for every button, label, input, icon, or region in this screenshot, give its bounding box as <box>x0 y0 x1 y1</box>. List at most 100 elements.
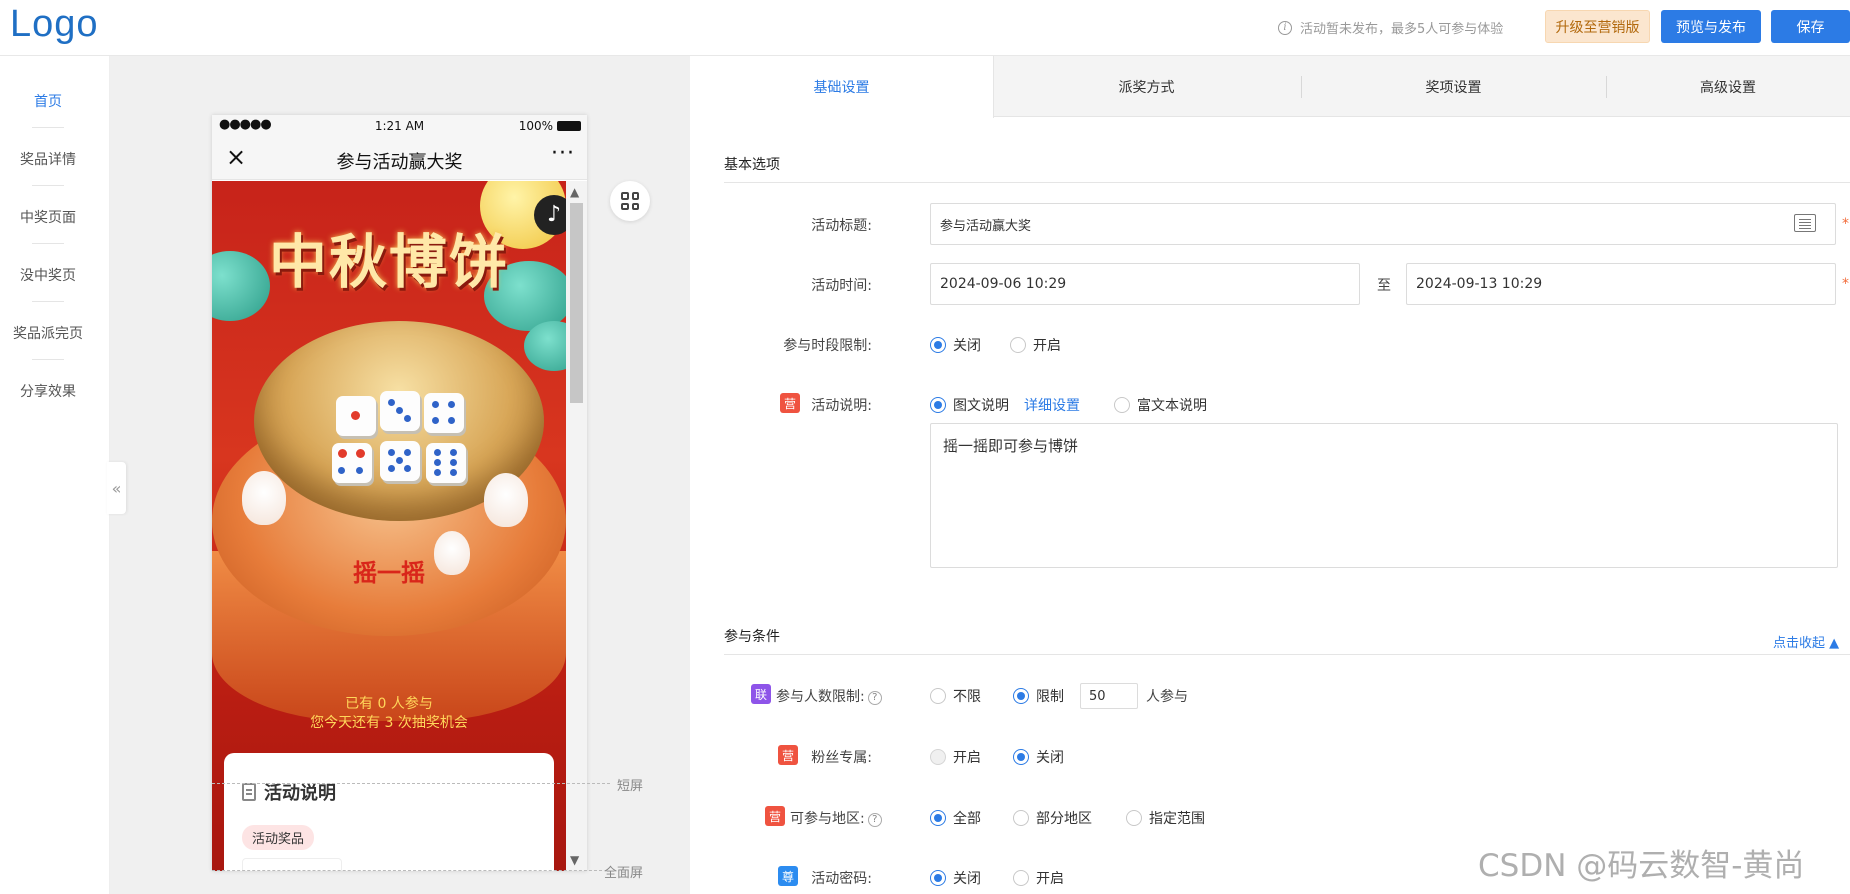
qrcode-button[interactable] <box>610 181 650 221</box>
collapse-link[interactable]: 点击收起 ▲ <box>1773 632 1839 651</box>
battery-percent: 100% <box>518 119 553 133</box>
tab-award-method[interactable]: 派奖方式 <box>994 56 1299 117</box>
nav-divider <box>32 185 64 186</box>
qrcode-grid-icon <box>621 192 639 210</box>
phone-preview: ●●●●● 1:21 AM 100% × 参与活动赢大奖 ··· 中秋博饼 摇一… <box>212 115 587 871</box>
phone-scrollbar[interactable]: ▲ ▼ <box>566 181 587 871</box>
activity-time-label: 活动时间: <box>811 278 872 294</box>
region-custom-radio[interactable]: 指定范围 <box>1126 808 1205 828</box>
time-period-limit-label: 参与时段限制: <box>783 338 872 354</box>
marketing-badge: 营 <box>778 745 798 765</box>
phone-status-bar: ●●●●● 1:21 AM 100% <box>212 115 587 137</box>
desc-rich-text-radio[interactable]: 富文本说明 <box>1114 395 1207 415</box>
marketing-badge: 营 <box>780 393 800 413</box>
marketing-badge: 营 <box>765 806 785 826</box>
password-on-radio[interactable]: 开启 <box>1013 868 1064 888</box>
activity-title-input[interactable]: 参与活动赢大奖 <box>930 203 1836 245</box>
text-template-icon[interactable] <box>1794 214 1816 232</box>
radio-unchecked-icon <box>1114 397 1130 413</box>
nav-divider <box>32 359 64 360</box>
scroll-down-icon[interactable]: ▼ <box>570 853 579 867</box>
shake-label: 摇一摇 <box>353 558 425 587</box>
password-off-radio[interactable]: 关闭 <box>930 868 981 888</box>
nav-item-share-effect[interactable]: 分享效果 <box>0 381 96 401</box>
radio-unchecked-icon <box>1013 810 1029 826</box>
start-time-input[interactable]: 2024-09-06 10:29 <box>930 263 1360 305</box>
fans-off-radio[interactable]: 关闭 <box>1013 747 1064 767</box>
radio-checked-icon <box>930 870 946 886</box>
limit-unlimited-radio[interactable]: 不限 <box>930 686 981 706</box>
dice-image <box>332 443 372 483</box>
tab-basic-settings[interactable]: 基础设置 <box>690 56 994 118</box>
radio-unchecked-icon <box>1010 337 1026 353</box>
short-screen-guide <box>212 783 610 784</box>
radio-label: 富文本说明 <box>1137 398 1207 414</box>
activity-password-label: 活动密码: <box>811 871 872 887</box>
radio-label: 部分地区 <box>1036 811 1092 827</box>
radio-label: 图文说明 <box>953 398 1009 414</box>
preview-publish-button[interactable]: 预览与发布 <box>1661 10 1761 43</box>
bunny-decoration <box>242 471 286 525</box>
desc-image-text-radio[interactable]: 图文说明 <box>930 395 1009 415</box>
top-header: Logo i 活动暂未发布，最多5人可参与体验 升级至营销版 预览与发布 保存 <box>0 0 1850 56</box>
participant-limit-label: 参与人数限制:? <box>776 686 894 706</box>
participant-suffix: 人参与 <box>1146 689 1188 705</box>
help-icon[interactable]: ? <box>867 813 882 827</box>
double-chevron-left-icon[interactable]: « <box>107 462 126 514</box>
period-on-radio[interactable]: 开启 <box>1010 335 1061 355</box>
battery-icon <box>557 121 581 131</box>
upgrade-button[interactable]: 升级至营销版 <box>1545 10 1650 43</box>
dice-image <box>336 396 376 436</box>
participation-conditions-title: 参与条件 <box>724 629 780 645</box>
radio-checked-icon <box>930 810 946 826</box>
phone-title-bar: × 参与活动赢大奖 ··· <box>212 137 587 180</box>
end-time-input[interactable]: 2024-09-13 10:29 <box>1406 263 1836 305</box>
region-partial-radio[interactable]: 部分地区 <box>1013 808 1092 828</box>
radio-label: 开启 <box>953 750 981 766</box>
radio-label: 关闭 <box>953 871 981 887</box>
radio-checked-icon <box>930 397 946 413</box>
more-icon[interactable]: ··· <box>551 141 575 166</box>
nav-item-prize-out-page[interactable]: 奖品派完页 <box>0 323 96 343</box>
radio-disabled-icon <box>930 749 946 765</box>
tab-prize-settings[interactable]: 奖项设置 <box>1301 56 1606 117</box>
radio-unchecked-icon <box>1013 870 1029 886</box>
left-nav: 首页 奖品详情 中奖页面 没中奖页 奖品派完页 分享效果 <box>0 56 110 894</box>
period-off-radio[interactable]: 关闭 <box>930 335 981 355</box>
nav-divider <box>32 243 64 244</box>
poster-title: 中秋博饼 <box>268 228 509 296</box>
tab-advanced-settings[interactable]: 高级设置 <box>1606 56 1850 117</box>
fans-on-radio: 开启 <box>930 747 981 767</box>
radio-unchecked-icon <box>1126 810 1142 826</box>
nav-item-home[interactable]: 首页 <box>0 91 96 111</box>
nav-item-win-page[interactable]: 中奖页面 <box>0 207 96 227</box>
radio-checked-icon <box>930 337 946 353</box>
full-screen-label: 全面屏 <box>604 866 644 881</box>
nav-item-lose-page[interactable]: 没中奖页 <box>0 265 96 285</box>
remaining-chances: 您今天还有 3 次抽奖机会 <box>310 715 468 731</box>
phone-page-title: 参与活动赢大奖 <box>336 152 463 173</box>
detail-settings-link[interactable]: 详细设置 <box>1024 395 1080 415</box>
radio-label: 全部 <box>953 811 981 827</box>
activity-desc-textarea[interactable]: 摇一摇即可参与博饼 <box>930 423 1838 568</box>
region-all-radio[interactable]: 全部 <box>930 808 981 828</box>
limit-restrict-radio[interactable]: 限制 <box>1013 686 1064 706</box>
settings-tabs: 基础设置 派奖方式 奖项设置 高级设置 <box>690 56 1850 118</box>
dice-image <box>380 391 420 431</box>
publish-hint-text: 活动暂未发布，最多5人可参与体验 <box>1300 22 1504 37</box>
activity-title-label: 活动标题: <box>811 218 872 234</box>
radio-label: 开启 <box>1033 338 1061 354</box>
save-button[interactable]: 保存 <box>1771 10 1850 43</box>
radio-label: 指定范围 <box>1149 811 1205 827</box>
union-badge: 联 <box>751 684 771 704</box>
scroll-up-icon[interactable]: ▲ <box>570 185 579 199</box>
info-icon: i <box>1278 20 1292 35</box>
help-icon[interactable]: ? <box>867 691 882 705</box>
nav-item-prize-detail[interactable]: 奖品详情 <box>0 149 96 169</box>
participant-count-input[interactable]: 50 <box>1080 683 1138 709</box>
scrollbar-thumb[interactable] <box>570 203 583 403</box>
publish-hint: i 活动暂未发布，最多5人可参与体验 <box>1278 18 1503 37</box>
battery-indicator: 100% <box>519 119 581 133</box>
full-screen-guide <box>212 870 602 871</box>
basic-options-title: 基本选项 <box>724 157 780 173</box>
